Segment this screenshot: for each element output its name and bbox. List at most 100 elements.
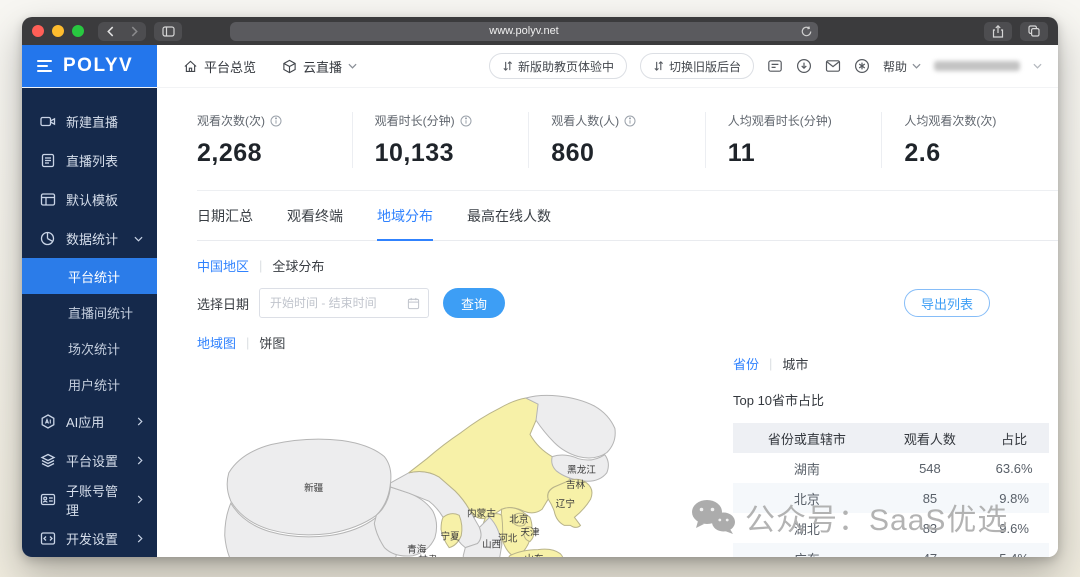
divider: [259, 258, 262, 273]
home-icon: [184, 60, 197, 72]
province-rank-table: 省份或直辖市观看人数占比 湖南 548 63.6% 北京859.8% 湖北 83 9.6% 广…: [733, 423, 1049, 557]
tab-overview-button[interactable]: [1020, 21, 1048, 41]
account-name-redacted[interactable]: [934, 61, 1020, 71]
sidebar-item-data-statistics[interactable]: 数据统计: [22, 219, 157, 258]
stat-value: 2,268: [197, 139, 263, 167]
china-map[interactable]: 新疆内蒙古黑龙江吉林辽宁北京天津河北山西宁夏山东青海甘肃: [199, 394, 677, 557]
ai-icon: [41, 414, 55, 429]
switch-old-console-pill[interactable]: 切换旧版后台: [639, 53, 754, 79]
sidebar-item-subaccount-management[interactable]: 子账号管理: [22, 480, 157, 519]
nav-cloud-live[interactable]: 云直播: [282, 57, 357, 76]
region-rank-panel: 省份 城市 Top 10省市占比 省份或直辖市观看人数占比 湖南 548 63.6%…: [733, 354, 1049, 557]
download-icon[interactable]: [796, 58, 812, 74]
forward-button[interactable]: [122, 22, 146, 41]
region-global-link[interactable]: 全球分布: [272, 256, 324, 275]
map-province-label: 内蒙古: [467, 507, 496, 519]
info-icon[interactable]: [270, 115, 282, 127]
view-map-link[interactable]: 地域图: [197, 333, 236, 352]
chevron-down-icon: [134, 236, 143, 242]
help-menu[interactable]: 帮助: [883, 58, 921, 75]
divider: [769, 356, 772, 371]
new-assistant-page-pill[interactable]: 新版助教页体验中: [488, 53, 627, 79]
view-pie-link[interactable]: 饼图: [259, 333, 285, 352]
tab-date-summary[interactable]: 日期汇总: [197, 206, 253, 240]
table-header-cell: 省份或直辖市: [733, 423, 881, 453]
stat-value: 860: [551, 139, 595, 167]
menu-collapse-icon[interactable]: [37, 57, 52, 75]
table-row: 广东475.4%: [733, 543, 1049, 557]
zoom-window-button[interactable]: [72, 25, 84, 37]
form-icon[interactable]: [767, 58, 783, 74]
minimize-window-button[interactable]: [52, 25, 64, 37]
date-range-picker[interactable]: [259, 288, 430, 318]
code-icon: [40, 532, 56, 545]
switch-icon: [503, 61, 512, 71]
chevron-right-icon: [137, 534, 143, 543]
chevron-right-icon: [137, 456, 143, 465]
url-text: www.polyv.net: [489, 25, 559, 37]
sidebar-item-platform-statistics[interactable]: 平台统计: [22, 258, 157, 294]
sidebar-item-session-statistics[interactable]: 场次统计: [22, 330, 157, 366]
date-label: 选择日期: [197, 296, 250, 312]
points-icon[interactable]: [854, 58, 870, 74]
back-button[interactable]: [98, 22, 122, 41]
table-cell: 北京: [733, 483, 881, 513]
sidebar-toggle-button[interactable]: [154, 21, 182, 41]
province-link[interactable]: 省份: [733, 354, 759, 373]
table-cell: 湖北: [793, 521, 820, 537]
switch-icon: [654, 61, 663, 71]
browser-chrome: www.polyv.net: [22, 17, 1058, 45]
polyv-logo[interactable]: POLYV: [22, 45, 157, 87]
map-province-label: 甘肃: [418, 554, 438, 557]
map-province-label: 辽宁: [556, 498, 575, 510]
table-row: 湖南 548 63.6%: [733, 453, 1049, 483]
info-icon[interactable]: [460, 115, 472, 127]
sidebar-item-user-statistics[interactable]: 用户统计: [22, 366, 157, 402]
sidebar-item-ai-apps[interactable]: AI应用: [22, 402, 157, 441]
stat-card-views: 观看次数(次) 2,268: [197, 112, 352, 168]
table-row: 北京 85 9.8%: [733, 483, 1049, 513]
app-header: POLYV 平台总览 云直播 新版助教页体验中 切换旧版后台 帮助: [22, 45, 1058, 88]
chevron-down-icon: [912, 63, 921, 69]
sidebar-item-dev-settings[interactable]: 开发设置: [22, 519, 157, 557]
close-window-button[interactable]: [32, 25, 44, 37]
sidebar-item-new-live[interactable]: 新建直播: [22, 102, 157, 141]
table-cell: 9.6%: [999, 520, 1029, 536]
mail-icon[interactable]: [825, 59, 841, 73]
province-table-body: 湖南 548 63.6% 北京859.8% 湖北 83 9.6% 广东475.4%: [733, 453, 1049, 557]
address-bar[interactable]: www.polyv.net: [230, 21, 818, 41]
map-province-label: 山西: [482, 540, 501, 551]
sidebar-item-room-statistics[interactable]: 直播间统计: [22, 294, 157, 330]
layers-icon: [40, 453, 56, 468]
sidebar-item-platform-settings[interactable]: 平台设置: [22, 441, 157, 480]
table-cell: 湖南: [793, 461, 820, 477]
stat-value: 10,133: [374, 139, 455, 167]
map-province-label: 北京: [509, 513, 528, 525]
tab-region-distribution[interactable]: 地域分布: [377, 206, 433, 241]
region-china-link[interactable]: 中国地区: [197, 256, 249, 275]
table-header-cell: 占比: [979, 423, 1049, 453]
sidebar-item-default-template[interactable]: 默认模板: [22, 180, 157, 219]
camera-icon: [40, 116, 56, 127]
sidebar-item-live-list[interactable]: 直播列表: [22, 141, 157, 180]
stat-card-avg-views: 人均观看次数(次) 2.6: [881, 112, 1058, 168]
map-province-label: 天津: [520, 528, 540, 539]
query-button[interactable]: 查询: [443, 288, 506, 318]
table-cell: 9.8%: [979, 483, 1049, 513]
refresh-icon[interactable]: [801, 25, 812, 37]
tab-watch-terminal[interactable]: 观看终端: [287, 206, 343, 240]
calendar-icon: [407, 297, 420, 310]
divider: [246, 335, 249, 350]
stat-value: 2.6: [904, 139, 941, 167]
id-card-icon: [40, 493, 56, 506]
tab-max-online[interactable]: 最高在线人数: [467, 206, 551, 240]
city-link[interactable]: 城市: [782, 354, 808, 373]
info-icon[interactable]: [624, 115, 636, 127]
export-list-button[interactable]: 导出列表: [903, 289, 990, 317]
map-province-label: 黑龙江: [567, 464, 596, 476]
pie-chart-icon: [40, 231, 55, 246]
nav-platform-overview[interactable]: 平台总览: [183, 57, 256, 76]
province-table-head-row: 省份或直辖市 观看人数 占比: [733, 423, 1049, 453]
date-range-input[interactable]: [270, 296, 408, 310]
share-button[interactable]: [984, 21, 1012, 41]
